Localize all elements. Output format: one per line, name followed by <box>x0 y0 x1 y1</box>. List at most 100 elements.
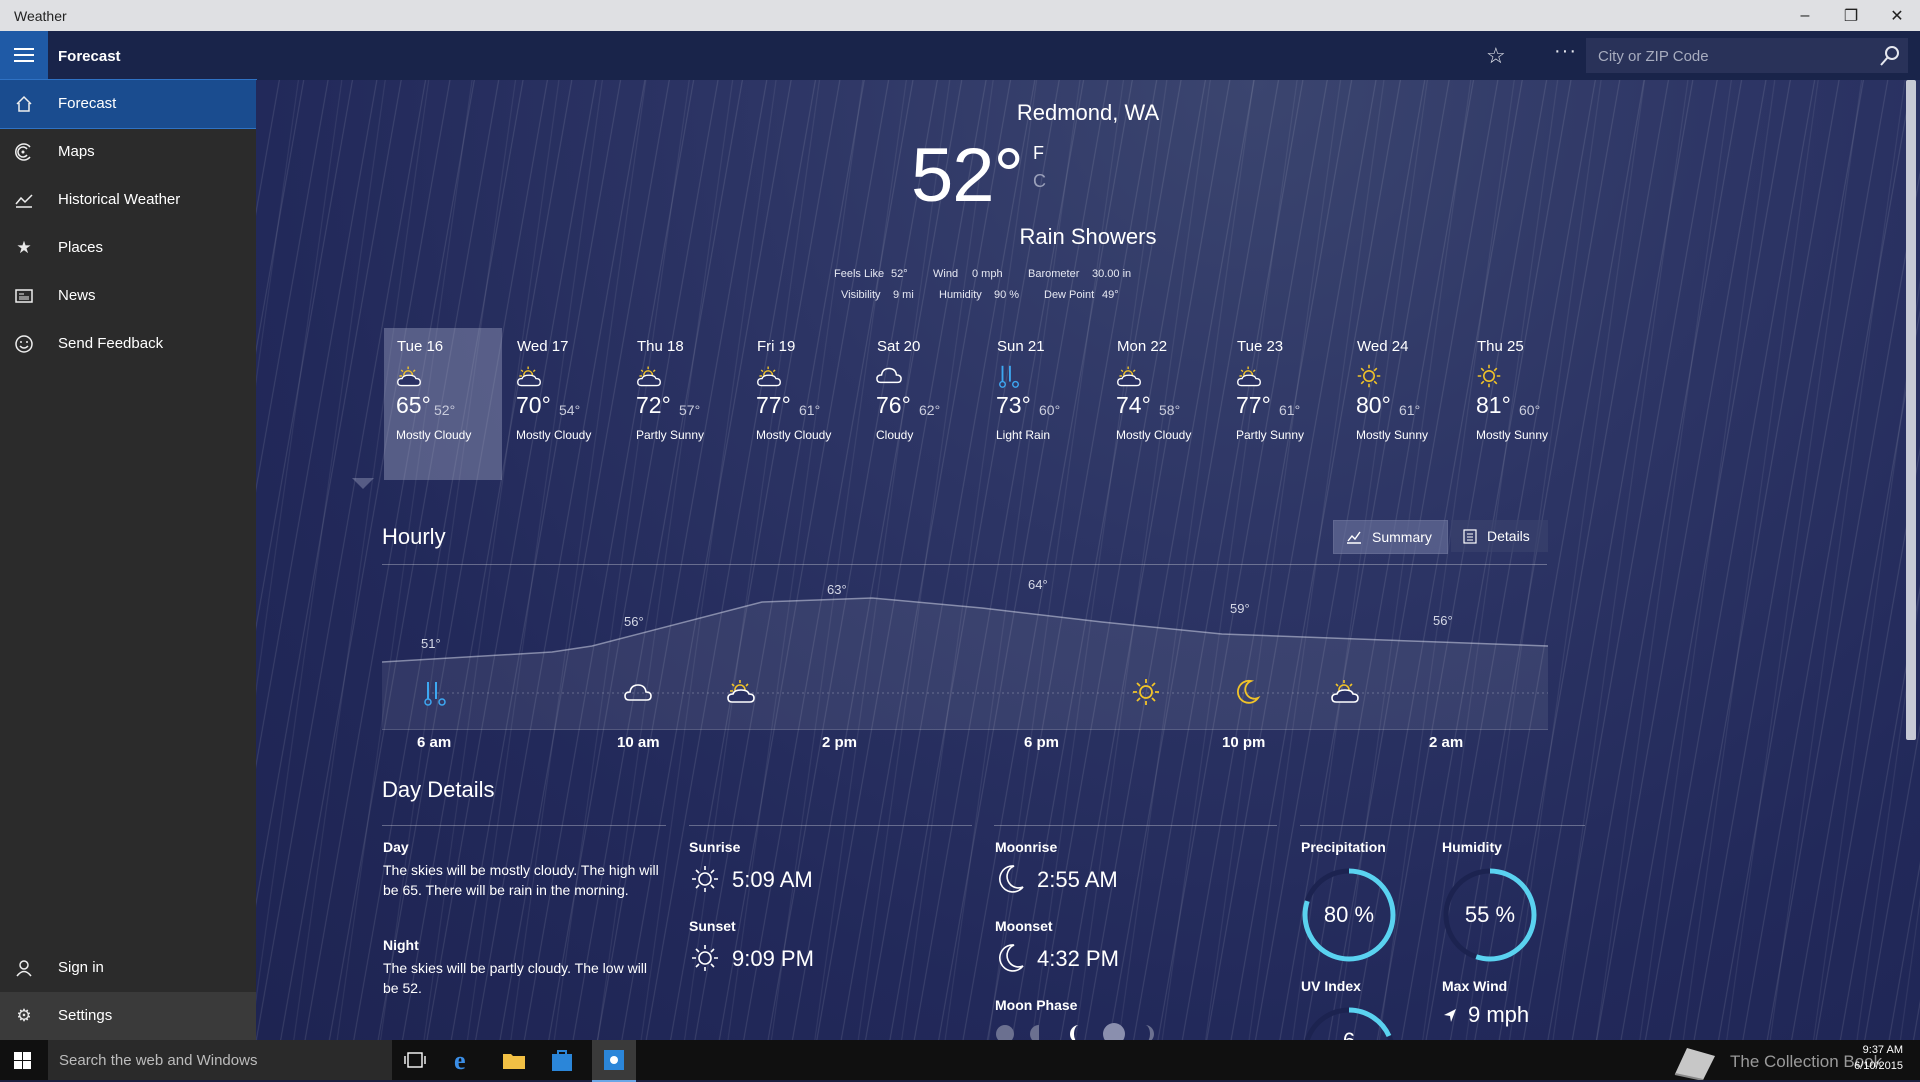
day-forecast-card[interactable]: Wed 17 70° 54° Mostly Cloudy <box>504 328 622 480</box>
day-low-temp: 61° <box>1399 402 1421 418</box>
day-low-temp: 54° <box>559 402 581 418</box>
day-forecast-card[interactable]: Sat 20 76° 62° Cloudy <box>864 328 982 480</box>
divider <box>689 825 972 826</box>
sidebar-item-sign-in[interactable]: Sign in <box>0 944 256 992</box>
max-wind-label: Max Wind <box>1442 978 1508 994</box>
location-name: Redmond, WA <box>1016 100 1160 125</box>
taskbar-search-box[interactable]: Search the web and Windows <box>48 1040 392 1080</box>
favorite-star-button[interactable]: ☆ <box>1486 43 1506 69</box>
wind-label: Wind <box>933 268 959 280</box>
max-wind-value: 9 mph <box>1468 1002 1530 1027</box>
moon-phase-icons <box>996 1023 1154 1040</box>
sidebar-item-maps[interactable]: Maps <box>0 128 256 176</box>
scrollbar[interactable] <box>1906 80 1916 740</box>
day-high-temp: 74° <box>1116 392 1151 418</box>
hourly-title: Hourly <box>382 524 446 549</box>
details-button[interactable]: Details <box>1451 520 1548 552</box>
hamburger-menu-button[interactable] <box>0 31 48 80</box>
edge-browser-icon[interactable]: e <box>454 1046 466 1076</box>
book-logo-icon <box>1674 1048 1715 1080</box>
day-high-temp: 80° <box>1356 392 1391 418</box>
day-high-temp: 70° <box>516 392 551 418</box>
minimize-button[interactable]: – <box>1782 0 1828 31</box>
unit-fahrenheit-toggle[interactable]: F <box>1033 143 1044 164</box>
day-name: Thu 25 <box>1477 338 1524 355</box>
day-name: Fri 19 <box>757 338 796 355</box>
uv-index-value: 6 <box>1301 1028 1397 1040</box>
day-forecast-card[interactable]: Tue 16 65° 52° Mostly Cloudy <box>384 328 502 480</box>
sun-icon <box>1356 363 1382 389</box>
day-forecast-card[interactable]: Sun 21 73° 60° Light Rain <box>984 328 1102 480</box>
search-box[interactable]: City or ZIP Code <box>1586 38 1908 73</box>
clock-date[interactable]: 6/10/2015 <box>1845 1060 1903 1072</box>
file-explorer-icon[interactable] <box>502 1050 526 1070</box>
sidebar-item-label: News <box>58 287 96 304</box>
day-high-temp: 77° <box>1236 392 1271 418</box>
humidity-detail-value: 55 % <box>1464 902 1516 927</box>
day-high-temp: 76° <box>876 392 911 418</box>
sidebar-item-news[interactable]: News <box>0 272 256 320</box>
day-name: Sat 20 <box>877 338 921 355</box>
partly-cloudy-icon <box>1331 680 1359 703</box>
day-high-temp: 77° <box>756 392 791 418</box>
visibility-value: 9 mi <box>893 289 914 301</box>
hourly-temp-label: 64° <box>1028 577 1048 592</box>
day-condition: Partly Sunny <box>1236 428 1305 442</box>
day-name: Thu 18 <box>637 338 684 355</box>
weather-app-taskbar-button[interactable] <box>592 1040 636 1082</box>
sidebar-item-forecast[interactable]: Forecast <box>0 79 257 129</box>
day-forecast-card[interactable]: Wed 24 80° 61° Mostly Sunny <box>1344 328 1462 480</box>
hourly-time-label: 6 pm <box>1024 734 1060 751</box>
day-name: Mon 22 <box>1117 338 1168 355</box>
day-condition: Mostly Cloudy <box>516 428 592 442</box>
sunset-label: Sunset <box>689 918 736 934</box>
search-icon[interactable] <box>1878 44 1902 68</box>
moonset-icon <box>999 944 1024 972</box>
moonrise-label: Moonrise <box>995 839 1058 855</box>
day-forecast-card[interactable]: Thu 25 81° 60° Mostly Sunny <box>1464 328 1582 480</box>
day-name: Tue 23 <box>1237 338 1284 355</box>
title-bar: Weather – ❐ ✕ <box>0 0 1920 31</box>
search-input[interactable]: City or ZIP Code <box>1598 48 1709 65</box>
clock-time[interactable]: 9:37 AM <box>1855 1044 1903 1056</box>
night-text: The skies will be partly cloudy. The low… <box>383 960 648 996</box>
sidebar-item-label: Forecast <box>58 95 117 112</box>
day-details-title: Day Details <box>382 777 495 802</box>
day-forecast-card[interactable]: Fri 19 77° 61° Mostly Cloudy <box>744 328 862 480</box>
visibility-label: Visibility <box>841 289 881 301</box>
day-forecast-card[interactable]: Thu 18 72° 57° Partly Sunny <box>624 328 742 480</box>
divider <box>1300 825 1585 826</box>
unit-celsius-toggle[interactable]: C <box>1033 171 1046 192</box>
day-name: Tue 16 <box>397 338 444 355</box>
sidebar-item-settings[interactable]: ⚙ Settings <box>0 992 256 1040</box>
sidebar-item-historical-weather[interactable]: Historical Weather <box>0 176 256 224</box>
selected-day-caret <box>352 478 374 489</box>
day-low-temp: 52° <box>434 402 456 418</box>
restore-button[interactable]: ❐ <box>1828 0 1874 31</box>
taskbar: Search the web and Windows e The Collect… <box>0 1040 1920 1082</box>
hourly-temp-label: 56° <box>624 614 644 629</box>
sidebar-item-label: Maps <box>58 143 95 160</box>
sidebar-item-send-feedback[interactable]: Send Feedback <box>0 320 256 368</box>
partly-cloudy-icon <box>1236 363 1262 389</box>
windows-start-icon[interactable] <box>14 1052 31 1069</box>
day-condition: Light Rain <box>996 428 1051 442</box>
sidebar-item-places[interactable]: ★ Places <box>0 224 256 272</box>
hourly-temp-label: 63° <box>827 582 847 597</box>
sunrise-label: Sunrise <box>689 839 741 855</box>
more-options-button[interactable]: ··· <box>1554 40 1577 63</box>
day-forecast-card[interactable]: Mon 22 74° 58° Mostly Cloudy <box>1104 328 1222 480</box>
precipitation-value: 80 % <box>1323 902 1375 927</box>
store-icon[interactable] <box>551 1048 573 1072</box>
summary-button[interactable]: Summary <box>1333 520 1448 554</box>
partly-cloudy-icon <box>516 363 542 389</box>
cloudy-icon <box>624 684 652 701</box>
sun-icon <box>1476 363 1502 389</box>
humidity-value: 90 % <box>994 289 1020 301</box>
close-button[interactable]: ✕ <box>1874 0 1920 31</box>
day-forecast-card[interactable]: Tue 23 77° 61° Partly Sunny <box>1224 328 1342 480</box>
moonrise-icon <box>999 865 1024 893</box>
taskbar-search-input[interactable]: Search the web and Windows <box>59 1052 257 1069</box>
task-view-icon[interactable] <box>404 1052 426 1068</box>
day-low-temp: 61° <box>799 402 821 418</box>
